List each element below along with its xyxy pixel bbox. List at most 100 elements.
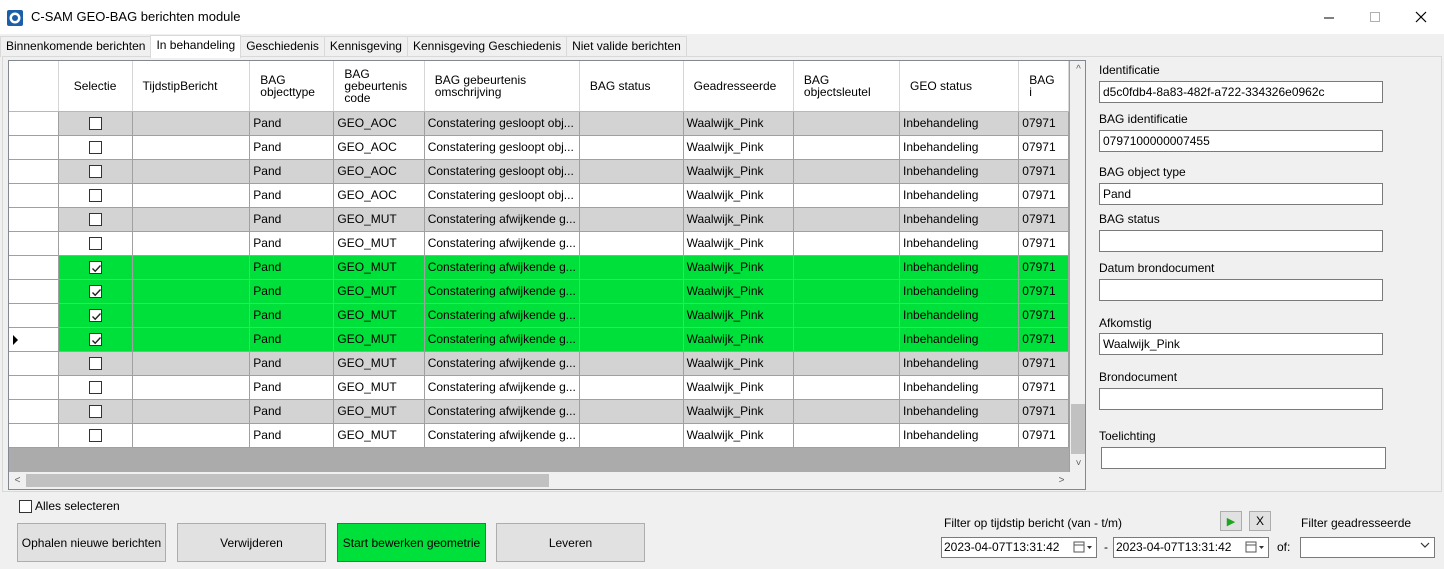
row-checkbox[interactable] xyxy=(88,165,102,179)
cell-geo-status[interactable]: Inbehandeling xyxy=(899,327,1020,352)
tab-binnenkomende[interactable]: Binnenkomende berichten xyxy=(0,36,152,57)
toelichting-field[interactable] xyxy=(1101,447,1386,469)
bag-object-type-field[interactable]: Pand xyxy=(1099,183,1383,205)
cell-omschrijving[interactable]: Constatering gesloopt obj... xyxy=(424,183,580,208)
cell-gebeurtenis-code[interactable]: GEO_MUT xyxy=(333,255,425,280)
cell-bag-id[interactable]: 07971 xyxy=(1018,303,1069,328)
datum-brondocument-field[interactable] xyxy=(1099,279,1383,301)
table-row[interactable]: Pand GEO_MUT Constatering afwijkende g... W… xyxy=(9,327,1069,352)
cell-objecttype[interactable]: Pand xyxy=(249,255,335,280)
cell-omschrijving[interactable]: Constatering afwijkende g... xyxy=(424,279,580,304)
cell-objectsleutel[interactable] xyxy=(793,255,901,280)
cell-tijdstip[interactable] xyxy=(132,279,251,304)
cell-bag-id[interactable]: 07971 xyxy=(1018,255,1069,280)
column-header-tijdstip[interactable]: TijdstipBericht xyxy=(132,61,251,112)
cell-selectie[interactable] xyxy=(58,303,133,328)
cell-bag-id[interactable]: 07971 xyxy=(1018,135,1069,160)
calendar-icon[interactable] xyxy=(1073,540,1093,561)
scroll-down-icon[interactable]: ˅ xyxy=(1070,455,1085,472)
cell-bag-status[interactable] xyxy=(579,375,684,400)
cell-bag-id[interactable]: 07971 xyxy=(1018,207,1069,232)
cell-geadresseerde[interactable]: Waalwijk_Pink xyxy=(683,375,794,400)
cell-tijdstip[interactable] xyxy=(132,111,251,136)
cell-omschrijving[interactable]: Constatering afwijkende g... xyxy=(424,303,580,328)
cell-geo-status[interactable]: Inbehandeling xyxy=(899,135,1020,160)
cell-bag-status[interactable] xyxy=(579,159,684,184)
cell-geadresseerde[interactable]: Waalwijk_Pink xyxy=(683,231,794,256)
cell-geadresseerde[interactable]: Waalwijk_Pink xyxy=(683,135,794,160)
tab-in-behandeling[interactable]: In behandeling xyxy=(150,35,242,58)
cell-bag-status[interactable] xyxy=(579,399,684,424)
cell-geo-status[interactable]: Inbehandeling xyxy=(899,111,1020,136)
cell-tijdstip[interactable] xyxy=(132,159,251,184)
cell-bag-id[interactable]: 07971 xyxy=(1018,375,1069,400)
cell-geo-status[interactable]: Inbehandeling xyxy=(899,231,1020,256)
cell-bag-id[interactable]: 07971 xyxy=(1018,183,1069,208)
row-header[interactable] xyxy=(9,183,59,208)
cell-geadresseerde[interactable]: Waalwijk_Pink xyxy=(683,351,794,376)
row-header[interactable] xyxy=(9,159,59,184)
cell-objectsleutel[interactable] xyxy=(793,399,901,424)
cell-gebeurtenis-code[interactable]: GEO_AOC xyxy=(333,135,425,160)
cell-objecttype[interactable]: Pand xyxy=(249,399,335,424)
row-checkbox[interactable] xyxy=(88,357,102,371)
calendar-icon[interactable] xyxy=(1245,540,1265,561)
cell-tijdstip[interactable] xyxy=(132,351,251,376)
tab-kennisgeving[interactable]: Kennisgeving xyxy=(323,36,408,57)
cell-selectie[interactable] xyxy=(58,159,133,184)
cell-bag-status[interactable] xyxy=(579,255,684,280)
tab-kennisgeving-geschiedenis[interactable]: Kennisgeving Geschiedenis xyxy=(406,36,568,57)
cell-gebeurtenis-code[interactable]: GEO_AOC xyxy=(333,111,425,136)
cell-geo-status[interactable]: Inbehandeling xyxy=(899,351,1020,376)
cell-objectsleutel[interactable] xyxy=(793,207,901,232)
tab-niet-valide[interactable]: Niet valide berichten xyxy=(566,36,687,57)
row-checkbox[interactable] xyxy=(88,405,102,419)
cell-geadresseerde[interactable]: Waalwijk_Pink xyxy=(683,399,794,424)
scroll-right-icon[interactable]: > xyxy=(1053,472,1070,489)
cell-bag-status[interactable] xyxy=(579,111,684,136)
cell-objectsleutel[interactable] xyxy=(793,303,901,328)
cell-geadresseerde[interactable]: Waalwijk_Pink xyxy=(683,327,794,352)
table-row[interactable]: Pand GEO_MUT Constatering afwijkende g... W… xyxy=(9,303,1069,328)
cell-geadresseerde[interactable]: Waalwijk_Pink xyxy=(683,159,794,184)
cell-geo-status[interactable]: Inbehandeling xyxy=(899,159,1020,184)
cell-objecttype[interactable]: Pand xyxy=(249,375,335,400)
cell-selectie[interactable] xyxy=(58,183,133,208)
cell-gebeurtenis-code[interactable]: GEO_MUT xyxy=(333,231,425,256)
cell-selectie[interactable] xyxy=(58,111,133,136)
column-header-bag-status[interactable]: BAG status xyxy=(579,61,684,112)
verwijderen-button[interactable]: Verwijderen xyxy=(177,523,326,562)
cell-tijdstip[interactable] xyxy=(132,135,251,160)
row-checkbox[interactable] xyxy=(88,333,102,347)
start-bewerken-button[interactable]: Start bewerken geometrie xyxy=(337,523,486,562)
table-row[interactable]: Pand GEO_AOC Constatering gesloopt obj... W… xyxy=(9,111,1069,136)
table-row[interactable]: Pand GEO_MUT Constatering afwijkende g... W… xyxy=(9,231,1069,256)
afkomstig-field[interactable]: Waalwijk_Pink xyxy=(1099,333,1383,355)
alles-selecteren-checkbox[interactable] xyxy=(19,499,32,513)
row-checkbox[interactable] xyxy=(88,285,102,299)
cell-geo-status[interactable]: Inbehandeling xyxy=(899,207,1020,232)
cell-omschrijving[interactable]: Constatering gesloopt obj... xyxy=(424,111,580,136)
cell-gebeurtenis-code[interactable]: GEO_AOC xyxy=(333,159,425,184)
cell-selectie[interactable] xyxy=(58,327,133,352)
row-header[interactable] xyxy=(9,255,59,280)
cell-objecttype[interactable]: Pand xyxy=(249,135,335,160)
cell-omschrijving[interactable]: Constatering gesloopt obj... xyxy=(424,159,580,184)
cell-selectie[interactable] xyxy=(58,231,133,256)
row-header[interactable] xyxy=(9,351,59,376)
scroll-up-icon[interactable]: ^ xyxy=(1070,61,1085,78)
column-header-geo-status[interactable]: GEO status xyxy=(899,61,1020,112)
cell-objectsleutel[interactable] xyxy=(793,279,901,304)
cell-bag-status[interactable] xyxy=(579,207,684,232)
cell-geo-status[interactable]: Inbehandeling xyxy=(899,255,1020,280)
cell-omschrijving[interactable]: Constatering afwijkende g... xyxy=(424,327,580,352)
cell-tijdstip[interactable] xyxy=(132,327,251,352)
table-row[interactable]: Pand GEO_MUT Constatering afwijkende g... W… xyxy=(9,207,1069,232)
cell-selectie[interactable] xyxy=(58,351,133,376)
column-header-bag-id[interactable]: BAG i xyxy=(1018,61,1069,112)
cell-selectie[interactable] xyxy=(58,279,133,304)
cell-omschrijving[interactable]: Constatering gesloopt obj... xyxy=(424,135,580,160)
cell-bag-id[interactable]: 07971 xyxy=(1018,327,1069,352)
cell-objectsleutel[interactable] xyxy=(793,231,901,256)
table-row[interactable]: Pand GEO_MUT Constatering afwijkende g... W… xyxy=(9,375,1069,400)
